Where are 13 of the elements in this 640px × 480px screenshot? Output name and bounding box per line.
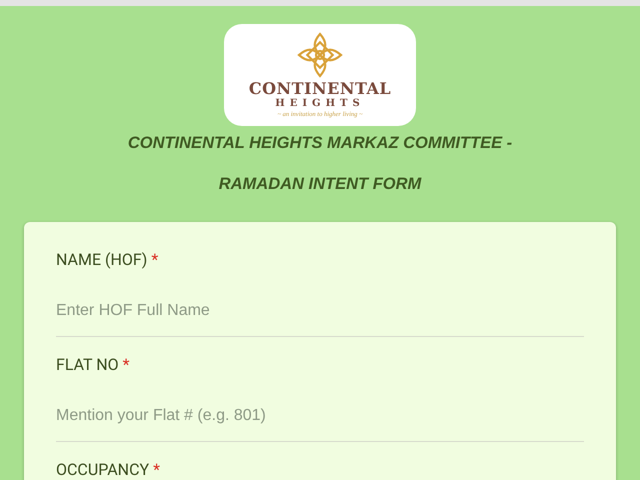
field-label: NAME (HOF)	[56, 250, 148, 269]
required-mark: *	[151, 250, 158, 269]
input-field[interactable]: Mention your Flat # (e.g. 801)	[56, 391, 584, 442]
field-label: OCCUPANCY	[56, 460, 150, 479]
form-title: RAMADAN INTENT FORM	[218, 174, 422, 194]
required-mark: *	[153, 460, 160, 479]
required-mark: *	[122, 355, 130, 374]
form-title: CONTINENTAL HEIGHTS MARKAZ COMMITTEE -	[128, 133, 512, 153]
logo-name: CONTINENTAL	[248, 80, 392, 98]
logo-subname: HEIGHTS	[275, 98, 365, 110]
ornament-icon	[297, 32, 343, 78]
input-field[interactable]: Enter HOF Full Name	[56, 286, 584, 337]
field-label: FLAT NO	[56, 355, 119, 374]
